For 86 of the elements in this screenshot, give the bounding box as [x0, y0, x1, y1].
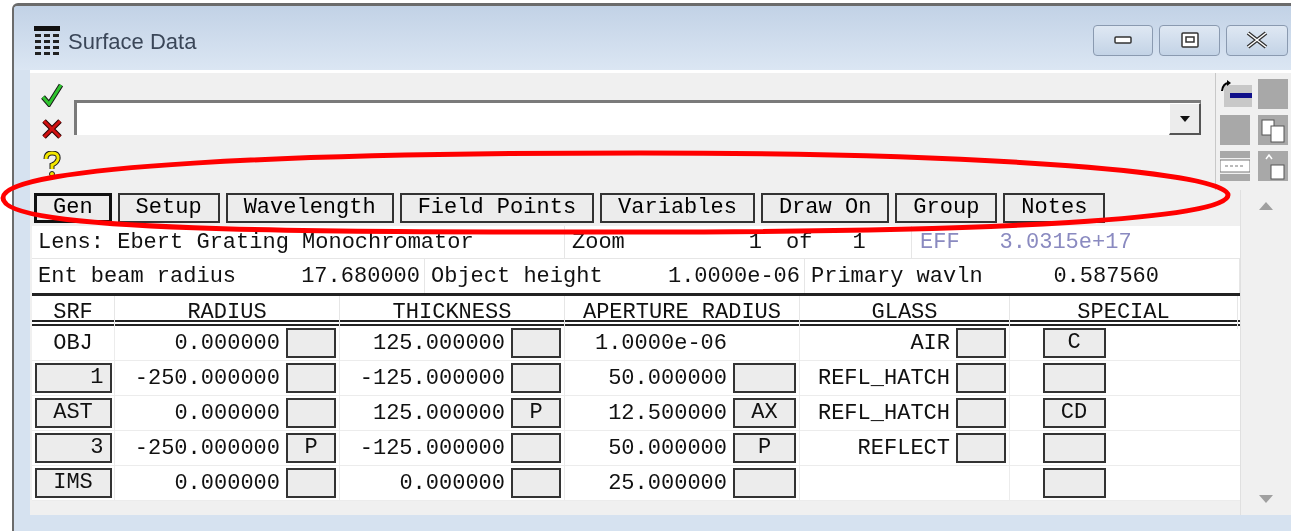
tab[interactable]: Wavelength	[225, 193, 394, 223]
param-label: Primary wavln	[811, 262, 983, 291]
eff-value: 3.0315e+17	[999, 228, 1132, 257]
tab[interactable]: Setup	[117, 193, 220, 223]
param-label: Object height	[431, 262, 603, 291]
table-cell-text: 1.0000e-06	[594, 329, 727, 358]
copy-icon[interactable]	[1258, 115, 1288, 145]
tab[interactable]: Group	[895, 193, 998, 223]
table-cell-text: 0.000000	[174, 399, 280, 428]
solve-button[interactable]	[733, 363, 796, 393]
tab[interactable]: Draw On	[760, 193, 890, 223]
table-cell-text: AIR	[910, 329, 950, 358]
zoom-label: Zoom	[572, 228, 625, 257]
solve-button[interactable]	[956, 328, 1006, 358]
solve-button[interactable]	[956, 433, 1006, 463]
special-button[interactable]: CD	[1042, 398, 1106, 428]
minimize-button[interactable]	[1093, 24, 1153, 56]
table-cell-text: 50.000000	[608, 434, 727, 463]
maximize-icon	[1180, 32, 1199, 48]
surface-button[interactable]: 3	[34, 433, 112, 463]
table-icon	[34, 26, 60, 56]
table-cell-text: 125.000000	[372, 329, 505, 358]
param-value: 0.587560	[1053, 262, 1159, 291]
window-title: Surface Data	[68, 27, 197, 56]
solve-button[interactable]	[286, 328, 336, 358]
dropdown-button[interactable]	[1169, 103, 1201, 135]
zoom-total: 1	[852, 228, 866, 257]
minimize-icon	[1114, 36, 1132, 44]
arrow-bar-icon[interactable]	[1220, 79, 1252, 109]
table-cell-text: -125.000000	[359, 434, 505, 463]
tab[interactable]: Variables	[600, 193, 755, 223]
special-button[interactable]	[1042, 363, 1106, 393]
solve-button[interactable]: P	[511, 398, 561, 428]
special-button[interactable]	[1042, 468, 1106, 498]
restore-button[interactable]	[1159, 24, 1220, 56]
solve-button[interactable]: P	[733, 433, 796, 463]
eff-label: EFF	[920, 228, 960, 257]
param-label: Ent beam radius	[38, 262, 237, 291]
close-icon	[1245, 31, 1269, 49]
column-header: APERTURE RADIUS	[565, 296, 800, 329]
param-value: 1.0000e-06	[667, 262, 801, 291]
param-value: 17.680000	[301, 262, 421, 291]
column-header: SRF	[32, 296, 115, 329]
table-cell-text: 0.000000	[174, 329, 280, 358]
solve-button[interactable]	[286, 398, 336, 428]
solve-button[interactable]	[511, 363, 561, 393]
solve-button[interactable]	[286, 468, 336, 498]
solve-button[interactable]	[286, 363, 336, 393]
surface-button[interactable]: IMS	[34, 468, 112, 498]
help-icon[interactable]	[42, 151, 62, 177]
field-icon[interactable]	[1220, 151, 1250, 181]
solve-button[interactable]	[733, 468, 796, 498]
table-cell-text: -250.000000	[134, 434, 280, 463]
table-cell-text: 25.000000	[608, 469, 727, 498]
table-cell-text: OBJ	[53, 329, 93, 358]
table-cell-text: -125.000000	[359, 364, 505, 393]
solve-button[interactable]	[511, 433, 561, 463]
table-cell-text: 12.500000	[608, 399, 727, 428]
tab[interactable]: Notes	[1003, 193, 1106, 223]
special-button[interactable]: C	[1042, 328, 1106, 358]
surface-button[interactable]: 1	[34, 363, 112, 393]
close-button[interactable]	[1226, 24, 1288, 56]
solve-button[interactable]: AX	[733, 398, 796, 428]
special-button[interactable]	[1042, 433, 1106, 463]
table-cell-text: -250.000000	[134, 364, 280, 393]
solve-button[interactable]	[511, 328, 561, 358]
table-cell-text: REFLECT	[857, 434, 950, 463]
table-cell-text: REFL_HATCH	[817, 364, 950, 393]
cancel-icon[interactable]	[42, 119, 62, 139]
check-icon[interactable]	[41, 83, 63, 107]
table-cell-text: 125.000000	[372, 399, 505, 428]
solve-button[interactable]: P	[286, 433, 336, 463]
caret-icon	[1179, 115, 1190, 122]
table-cell-text: REFL_HATCH	[817, 399, 950, 428]
solve-button[interactable]	[956, 398, 1006, 428]
zoom-value: 1	[748, 228, 762, 257]
lens-name: Lens: Ebert Grating Monochromator	[38, 228, 474, 257]
table-cell-text: 0.000000	[399, 469, 505, 498]
tab[interactable]: Field Points	[399, 193, 595, 223]
solve-button[interactable]	[956, 363, 1006, 393]
command-field[interactable]	[74, 100, 1201, 135]
caret-document-icon[interactable]	[1258, 151, 1288, 181]
table-cell-text: 50.000000	[608, 364, 727, 393]
table-cell-text: 0.000000	[174, 469, 280, 498]
surface-button[interactable]: AST	[34, 398, 112, 428]
solve-button[interactable]	[511, 468, 561, 498]
